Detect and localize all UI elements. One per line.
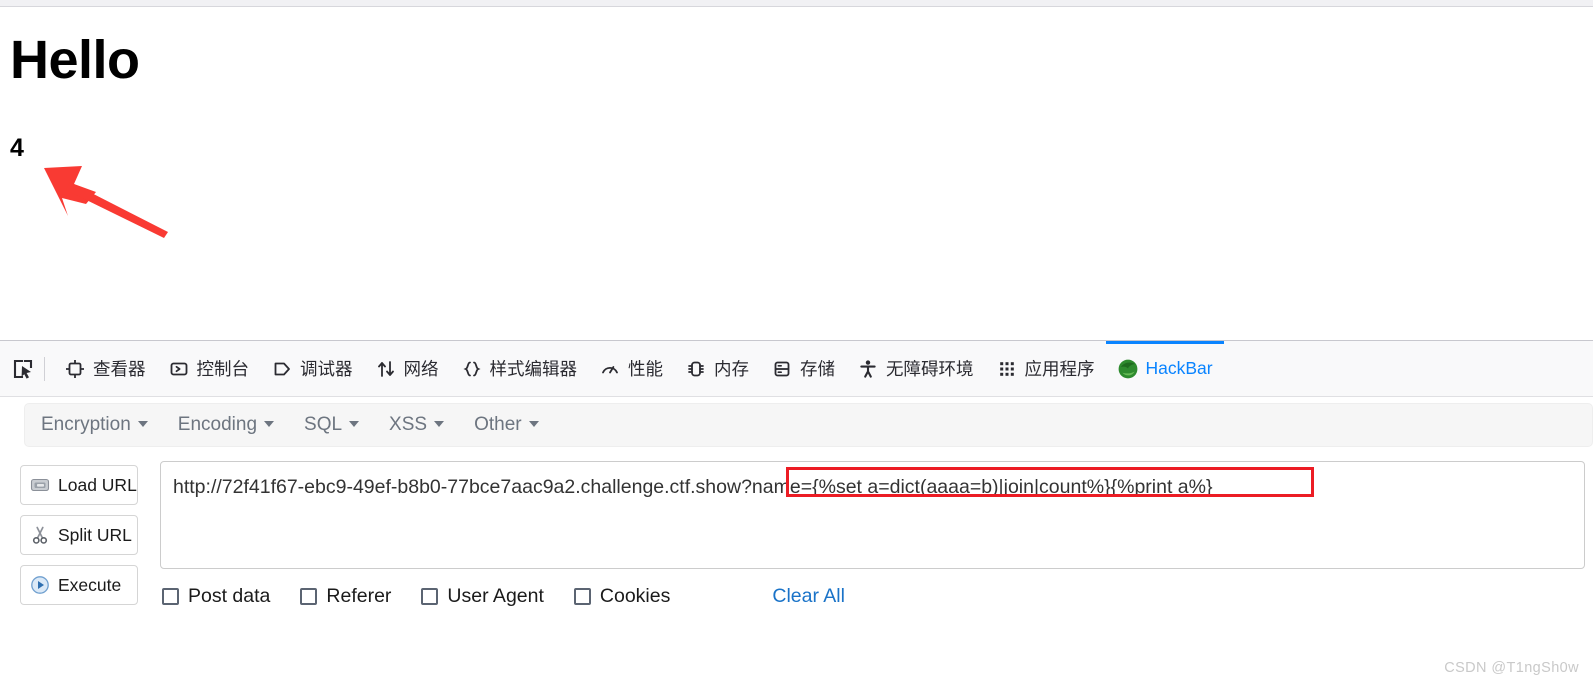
- tab-debugger[interactable]: 调试器: [260, 341, 364, 396]
- hackbar-main: http://72f41f67-ebc9-49ef-b8b0-77bce7aac…: [160, 461, 1593, 608]
- toolbar-divider: [44, 356, 45, 381]
- checkbox-cookies[interactable]: [573, 588, 591, 605]
- option-referer[interactable]: Referer: [300, 585, 391, 608]
- option-post-data[interactable]: Post data: [162, 585, 270, 608]
- menu-label: SQL: [304, 414, 343, 435]
- menu-label: Other: [474, 414, 522, 435]
- tab-label: 样式编辑器: [489, 359, 578, 379]
- screenshot-root: Hello 4 查看器 控制台 调试器 网络 样式编辑器 性能 内存 存储 无障…: [0, 0, 1593, 696]
- tab-label: 网络: [403, 359, 439, 379]
- tab-label: 无障碍环境: [886, 359, 974, 379]
- checkbox-post-data[interactable]: [162, 588, 179, 605]
- tab-performance[interactable]: 性能: [588, 341, 674, 396]
- hackbar-body: Load URL Split URL Execute http://72f41f…: [0, 461, 1593, 608]
- tab-label: 应用程序: [1024, 359, 1095, 379]
- button-label: Execute: [58, 574, 122, 595]
- load-url-button[interactable]: Load URL: [20, 465, 138, 505]
- tab-memory[interactable]: 内存: [674, 341, 760, 396]
- tab-console[interactable]: 控制台: [157, 341, 261, 396]
- devtools-panel: 查看器 控制台 调试器 网络 样式编辑器 性能 内存 存储 无障碍环境 应用程序…: [0, 340, 1593, 696]
- debugger-icon: [271, 358, 293, 380]
- rendered-page-area: Hello 4: [0, 8, 1593, 340]
- hackbar-icon: [1117, 358, 1139, 380]
- storage-icon: [771, 358, 793, 380]
- tab-label: 内存: [714, 359, 749, 379]
- checkbox-referer[interactable]: [300, 588, 318, 605]
- network-icon: [375, 358, 397, 380]
- tab-label: HackBar: [1145, 358, 1213, 378]
- element-picker-icon[interactable]: [6, 352, 40, 386]
- tab-inspector[interactable]: 查看器: [53, 341, 157, 396]
- chevron-down-icon: [434, 421, 445, 427]
- hackbar-options-row: Post data Referer User Agent Cookies Cle…: [160, 585, 1593, 608]
- chevron-down-icon: [264, 421, 275, 427]
- menu-sql[interactable]: SQL: [304, 414, 377, 436]
- tab-label: 性能: [628, 359, 663, 379]
- red-arrow-annotation-icon: [44, 166, 168, 238]
- tab-label: 查看器: [93, 359, 146, 379]
- option-label: Cookies: [599, 585, 671, 607]
- tab-accessibility[interactable]: 无障碍环境: [846, 341, 985, 396]
- hackbar-actions: Load URL Split URL Execute: [0, 461, 160, 608]
- tab-label: 控制台: [196, 359, 250, 379]
- tab-style-editor[interactable]: 样式编辑器: [450, 341, 589, 396]
- clear-all-link[interactable]: Clear All: [772, 585, 845, 608]
- menu-label: Encryption: [41, 414, 131, 435]
- menu-encoding[interactable]: Encoding: [178, 414, 292, 436]
- option-label: User Agent: [447, 585, 544, 607]
- option-label: Referer: [326, 585, 392, 607]
- url-input[interactable]: http://72f41f67-ebc9-49ef-b8b0-77bce7aac…: [160, 461, 1585, 569]
- execute-icon: [29, 574, 51, 596]
- chevron-down-icon: [528, 421, 539, 427]
- execute-button[interactable]: Execute: [20, 565, 138, 605]
- url-payload-text: ?name={%set a=dict(aaaa=b)|join|count%}{…: [741, 476, 1213, 498]
- hackbar-menubar: Encryption Encoding SQL XSS Other: [24, 403, 1593, 447]
- browser-chrome-strip: [0, 0, 1593, 7]
- load-url-icon: [29, 474, 51, 496]
- option-label: Post data: [188, 585, 271, 607]
- split-url-button[interactable]: Split URL: [20, 515, 138, 555]
- style-editor-icon: [461, 358, 483, 380]
- tab-label: 存储: [800, 359, 835, 379]
- option-cookies[interactable]: Cookies: [573, 585, 671, 608]
- tab-hackbar[interactable]: HackBar: [1105, 341, 1224, 396]
- url-base-text: http://72f41f67-ebc9-49ef-b8b0-77bce7aac…: [173, 476, 742, 498]
- split-url-icon: [29, 524, 51, 546]
- tab-application[interactable]: 应用程序: [985, 341, 1106, 396]
- menu-xss[interactable]: XSS: [389, 414, 462, 436]
- button-label: Load URL: [58, 474, 137, 495]
- menu-other[interactable]: Other: [474, 414, 557, 436]
- chevron-down-icon: [349, 421, 360, 427]
- tab-label: 调试器: [300, 359, 353, 379]
- menu-label: Encoding: [177, 414, 258, 435]
- menu-label: XSS: [389, 414, 428, 435]
- button-label: Split URL: [58, 524, 132, 545]
- menu-encryption[interactable]: Encryption: [41, 414, 166, 436]
- tab-network[interactable]: 网络: [364, 341, 450, 396]
- performance-icon: [599, 358, 621, 380]
- application-icon: [996, 358, 1018, 380]
- memory-icon: [685, 358, 707, 380]
- checkbox-user-agent[interactable]: [421, 588, 439, 605]
- option-user-agent[interactable]: User Agent: [421, 585, 544, 608]
- url-input-wrapper: http://72f41f67-ebc9-49ef-b8b0-77bce7aac…: [160, 461, 1593, 569]
- accessibility-icon: [857, 358, 879, 380]
- tab-storage[interactable]: 存储: [760, 341, 846, 396]
- watermark: CSDN @T1ngSh0w: [1444, 660, 1579, 676]
- chevron-down-icon: [137, 421, 148, 427]
- console-icon: [168, 358, 190, 380]
- devtools-tab-bar: 查看器 控制台 调试器 网络 样式编辑器 性能 内存 存储 无障碍环境 应用程序…: [0, 341, 1593, 397]
- inspector-icon: [64, 358, 86, 380]
